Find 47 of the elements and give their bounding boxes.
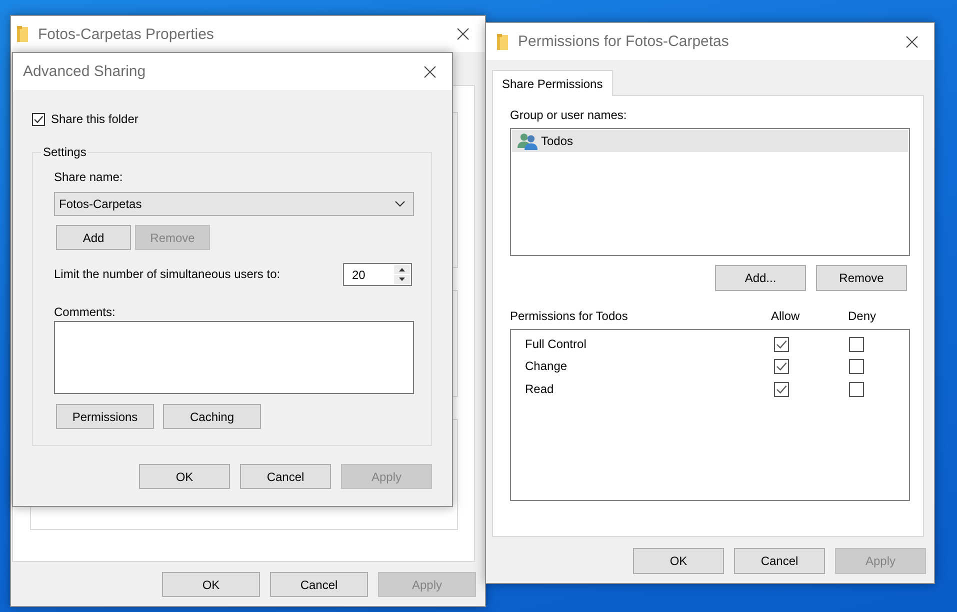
folder-icon [497,34,508,50]
checkbox[interactable] [849,336,864,352]
caching-button[interactable]: Caching [163,404,261,429]
comments-field[interactable] [54,321,414,394]
cancel-button[interactable]: Cancel [240,464,331,489]
column-header: Allow [771,309,800,324]
folder-icon [17,26,28,42]
checkbox[interactable] [774,336,789,352]
ok-button[interactable]: OK [162,572,260,597]
permission-name: Full Control [525,336,588,352]
tab[interactable]: Share Permissions [492,70,613,96]
group-legend: Settings [41,145,88,160]
field-label: Limit the number of simultaneous users to: [54,267,280,282]
checkbox[interactable] [849,382,864,397]
user-limit-spinbox[interactable]: 20 [343,263,412,286]
checkbox[interactable] [774,359,789,374]
field-label: Comments: [54,305,116,320]
checkbox[interactable] [774,382,789,397]
field-label: Share name: [54,170,123,185]
ok-button[interactable]: OK [633,548,724,574]
cancel-button[interactable]: Cancel [270,572,368,597]
share-name-dropdown[interactable]: Fotos-Carpetas [54,192,414,216]
spin-down-icon[interactable] [394,275,410,284]
checkbox-label: Share this folder [51,112,138,127]
field-label: Group or user names: [510,108,627,123]
add-button[interactable]: Add... [715,265,806,291]
chevron-down-icon [395,201,405,207]
window-title: Permissions for Fotos-Carpetas [518,33,730,50]
users-icon [517,132,538,150]
user-list-item[interactable]: Todos [512,130,908,152]
column-header: Deny [848,309,876,324]
cancel-button[interactable]: Cancel [734,548,825,574]
close-icon[interactable] [906,36,918,48]
window-title: Fotos-Carpetas Properties [38,26,215,42]
remove-button[interactable]: Remove [816,265,907,291]
checkbox[interactable] [32,113,45,126]
spin-up-icon[interactable] [394,265,410,274]
permission-name: Change [525,359,568,374]
add-button[interactable]: Add [56,225,131,250]
close-icon[interactable] [457,28,469,40]
window-title: Advanced Sharing [23,63,147,80]
close-icon[interactable] [424,66,436,78]
permission-name: Read [525,382,555,397]
permissions-button[interactable]: Permissions [56,404,154,429]
ok-button[interactable]: OK [139,464,230,489]
field-label: Permissions for Todos [510,309,628,324]
checkbox[interactable] [849,359,864,374]
